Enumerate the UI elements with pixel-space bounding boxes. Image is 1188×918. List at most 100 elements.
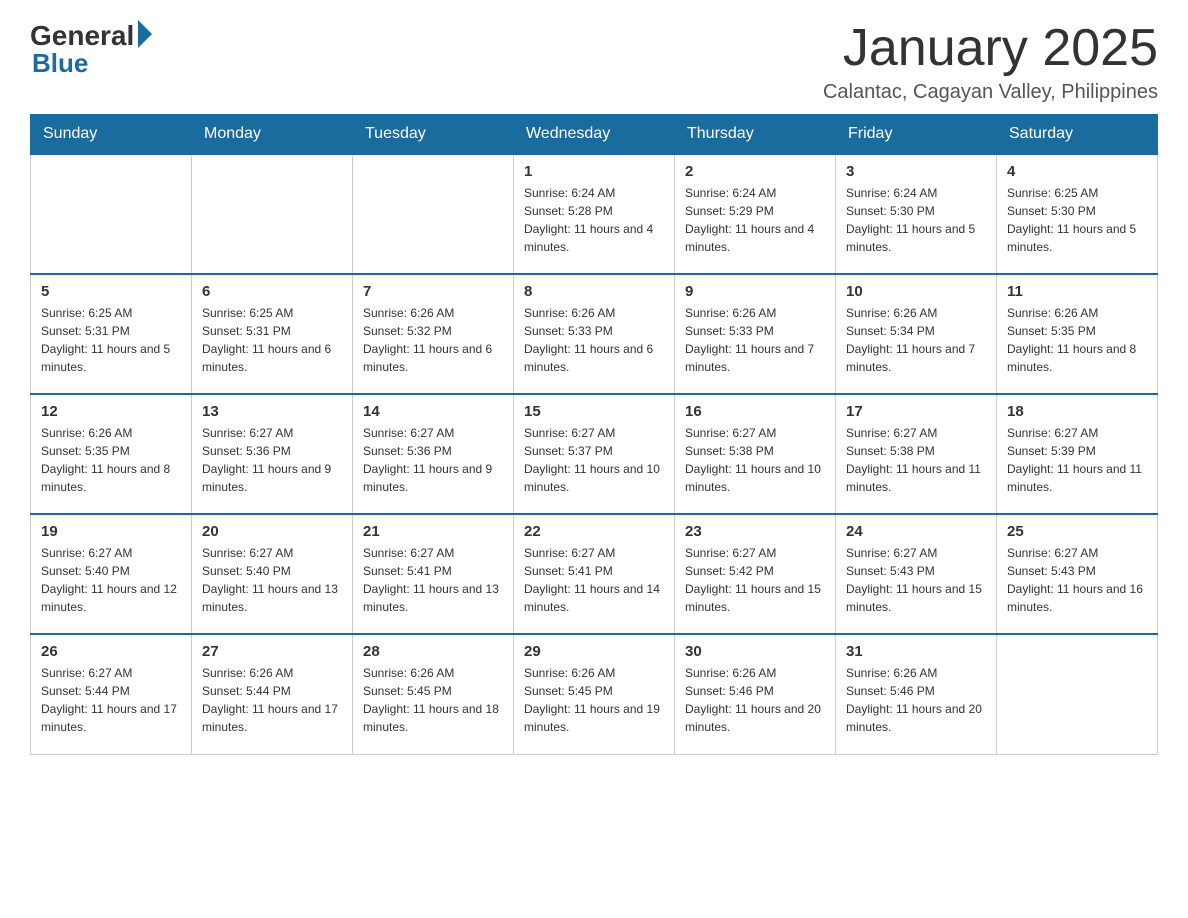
day-number: 10 (846, 283, 986, 300)
calendar-cell (31, 154, 192, 274)
day-info: Sunrise: 6:25 AM Sunset: 5:31 PM Dayligh… (41, 304, 181, 376)
day-number: 9 (685, 283, 825, 300)
calendar-day-header: Tuesday (353, 115, 514, 155)
calendar-cell: 17Sunrise: 6:27 AM Sunset: 5:38 PM Dayli… (836, 394, 997, 514)
day-number: 18 (1007, 403, 1147, 420)
calendar-week-row: 1 Sunrise: 6:24 AM Sunset: 5:28 PM Daylig… (31, 154, 1158, 274)
day-info: Sunrise: 6:26 AM Sunset: 5:45 PM Dayligh… (524, 664, 664, 736)
day-info: Sunrise: 6:27 AM Sunset: 5:37 PM Dayligh… (524, 424, 664, 496)
calendar-cell: 18 Sunrise: 6:27 AM Sunset: 5:39 PM Dayli… (997, 394, 1158, 514)
calendar-cell: 10 Sunrise: 6:26 AM Sunset: 5:34 PM Dayli… (836, 274, 997, 394)
calendar-day-header: Sunday (31, 115, 192, 155)
month-title: January 2025 (823, 20, 1158, 77)
calendar-cell: 11 Sunrise: 6:26 AM Sunset: 5:35 PM Dayli… (997, 274, 1158, 394)
calendar-cell: 5 Sunrise: 6:25 AM Sunset: 5:31 PM Daylig… (31, 274, 192, 394)
day-info: Sunrise: 6:26 AM Sunset: 5:35 PM Dayligh… (1007, 304, 1147, 376)
calendar-cell: 1 Sunrise: 6:24 AM Sunset: 5:28 PM Daylig… (514, 154, 675, 274)
calendar-day-header: Friday (836, 115, 997, 155)
day-number: 1 (524, 163, 664, 180)
calendar-cell: 16Sunrise: 6:27 AM Sunset: 5:38 PM Dayli… (675, 394, 836, 514)
calendar-cell: 21 Sunrise: 6:27 AM Sunset: 5:41 PM Dayli… (353, 514, 514, 634)
calendar-cell: 30 Sunrise: 6:26 AM Sunset: 5:46 PM Dayli… (675, 634, 836, 754)
day-info: Sunrise: 6:27 AM Sunset: 5:39 PM Dayligh… (1007, 424, 1147, 496)
calendar-table: SundayMondayTuesdayWednesdayThursdayFrid… (30, 114, 1158, 755)
day-number: 23 (685, 523, 825, 540)
calendar-day-header: Wednesday (514, 115, 675, 155)
day-info: Sunrise: 6:26 AM Sunset: 5:46 PM Dayligh… (685, 664, 825, 736)
calendar-cell (353, 154, 514, 274)
day-info: Sunrise: 6:27 AM Sunset: 5:40 PM Dayligh… (202, 544, 342, 616)
page-header: General Blue January 2025 Calantac, Caga… (30, 20, 1158, 104)
day-info: Sunrise: 6:24 AM Sunset: 5:29 PM Dayligh… (685, 184, 825, 256)
calendar-cell (997, 634, 1158, 754)
calendar-week-row: 26Sunrise: 6:27 AM Sunset: 5:44 PM Dayli… (31, 634, 1158, 754)
calendar-cell (192, 154, 353, 274)
day-info: Sunrise: 6:27 AM Sunset: 5:42 PM Dayligh… (685, 544, 825, 616)
calendar-cell: 3 Sunrise: 6:24 AM Sunset: 5:30 PM Daylig… (836, 154, 997, 274)
calendar-cell: 15 Sunrise: 6:27 AM Sunset: 5:37 PM Dayli… (514, 394, 675, 514)
day-number: 8 (524, 283, 664, 300)
calendar-cell: 7Sunrise: 6:26 AM Sunset: 5:32 PM Daylig… (353, 274, 514, 394)
day-number: 28 (363, 643, 503, 660)
day-info: Sunrise: 6:27 AM Sunset: 5:36 PM Dayligh… (202, 424, 342, 496)
day-info: Sunrise: 6:25 AM Sunset: 5:31 PM Dayligh… (202, 304, 342, 376)
day-info: Sunrise: 6:27 AM Sunset: 5:41 PM Dayligh… (363, 544, 503, 616)
day-info: Sunrise: 6:27 AM Sunset: 5:40 PM Dayligh… (41, 544, 181, 616)
calendar-cell: 23 Sunrise: 6:27 AM Sunset: 5:42 PM Dayli… (675, 514, 836, 634)
day-info: Sunrise: 6:27 AM Sunset: 5:44 PM Dayligh… (41, 664, 181, 736)
day-number: 27 (202, 643, 342, 660)
calendar-week-row: 19Sunrise: 6:27 AM Sunset: 5:40 PM Dayli… (31, 514, 1158, 634)
day-info: Sunrise: 6:26 AM Sunset: 5:44 PM Dayligh… (202, 664, 342, 736)
calendar-cell: 6 Sunrise: 6:25 AM Sunset: 5:31 PM Daylig… (192, 274, 353, 394)
calendar-cell: 27 Sunrise: 6:26 AM Sunset: 5:44 PM Dayli… (192, 634, 353, 754)
day-number: 6 (202, 283, 342, 300)
day-number: 2 (685, 163, 825, 180)
calendar-cell: 8 Sunrise: 6:26 AM Sunset: 5:33 PM Daylig… (514, 274, 675, 394)
day-info: Sunrise: 6:27 AM Sunset: 5:43 PM Dayligh… (1007, 544, 1147, 616)
calendar-cell: 13Sunrise: 6:27 AM Sunset: 5:36 PM Dayli… (192, 394, 353, 514)
day-number: 15 (524, 403, 664, 420)
day-info: Sunrise: 6:27 AM Sunset: 5:41 PM Dayligh… (524, 544, 664, 616)
logo-blue-text: Blue (32, 48, 88, 79)
day-info: Sunrise: 6:26 AM Sunset: 5:45 PM Dayligh… (363, 664, 503, 736)
day-info: Sunrise: 6:27 AM Sunset: 5:43 PM Dayligh… (846, 544, 986, 616)
day-info: Sunrise: 6:24 AM Sunset: 5:30 PM Dayligh… (846, 184, 986, 256)
title-section: January 2025 Calantac, Cagayan Valley, P… (823, 20, 1158, 104)
day-info: Sunrise: 6:26 AM Sunset: 5:34 PM Dayligh… (846, 304, 986, 376)
day-number: 31 (846, 643, 986, 660)
day-info: Sunrise: 6:26 AM Sunset: 5:33 PM Dayligh… (524, 304, 664, 376)
day-number: 29 (524, 643, 664, 660)
calendar-day-header: Saturday (997, 115, 1158, 155)
day-info: Sunrise: 6:26 AM Sunset: 5:46 PM Dayligh… (846, 664, 986, 736)
day-info: Sunrise: 6:27 AM Sunset: 5:38 PM Dayligh… (846, 424, 986, 496)
day-number: 11 (1007, 283, 1147, 300)
day-info: Sunrise: 6:26 AM Sunset: 5:35 PM Dayligh… (41, 424, 181, 496)
calendar-cell: 20 Sunrise: 6:27 AM Sunset: 5:40 PM Dayli… (192, 514, 353, 634)
calendar-cell: 28 Sunrise: 6:26 AM Sunset: 5:45 PM Dayli… (353, 634, 514, 754)
logo: General Blue (30, 20, 152, 79)
day-info: Sunrise: 6:26 AM Sunset: 5:32 PM Dayligh… (363, 304, 503, 376)
calendar-cell: 26Sunrise: 6:27 AM Sunset: 5:44 PM Dayli… (31, 634, 192, 754)
calendar-cell: 29 Sunrise: 6:26 AM Sunset: 5:45 PM Dayli… (514, 634, 675, 754)
calendar-cell: 14Sunrise: 6:27 AM Sunset: 5:36 PM Dayli… (353, 394, 514, 514)
calendar-week-row: 5 Sunrise: 6:25 AM Sunset: 5:31 PM Daylig… (31, 274, 1158, 394)
day-number: 14 (363, 403, 503, 420)
day-number: 22 (524, 523, 664, 540)
calendar-week-row: 12Sunrise: 6:26 AM Sunset: 5:35 PM Dayli… (31, 394, 1158, 514)
calendar-day-header: Monday (192, 115, 353, 155)
day-number: 25 (1007, 523, 1147, 540)
day-number: 5 (41, 283, 181, 300)
calendar-cell: 9Sunrise: 6:26 AM Sunset: 5:33 PM Daylig… (675, 274, 836, 394)
day-number: 21 (363, 523, 503, 540)
calendar-cell: 12Sunrise: 6:26 AM Sunset: 5:35 PM Dayli… (31, 394, 192, 514)
day-number: 30 (685, 643, 825, 660)
day-number: 4 (1007, 163, 1147, 180)
calendar-day-header: Thursday (675, 115, 836, 155)
day-number: 16 (685, 403, 825, 420)
location-title: Calantac, Cagayan Valley, Philippines (823, 81, 1158, 104)
day-number: 3 (846, 163, 986, 180)
logo-arrow-icon (138, 20, 152, 48)
day-number: 20 (202, 523, 342, 540)
day-info: Sunrise: 6:24 AM Sunset: 5:28 PM Dayligh… (524, 184, 664, 256)
calendar-cell: 31 Sunrise: 6:26 AM Sunset: 5:46 PM Dayli… (836, 634, 997, 754)
